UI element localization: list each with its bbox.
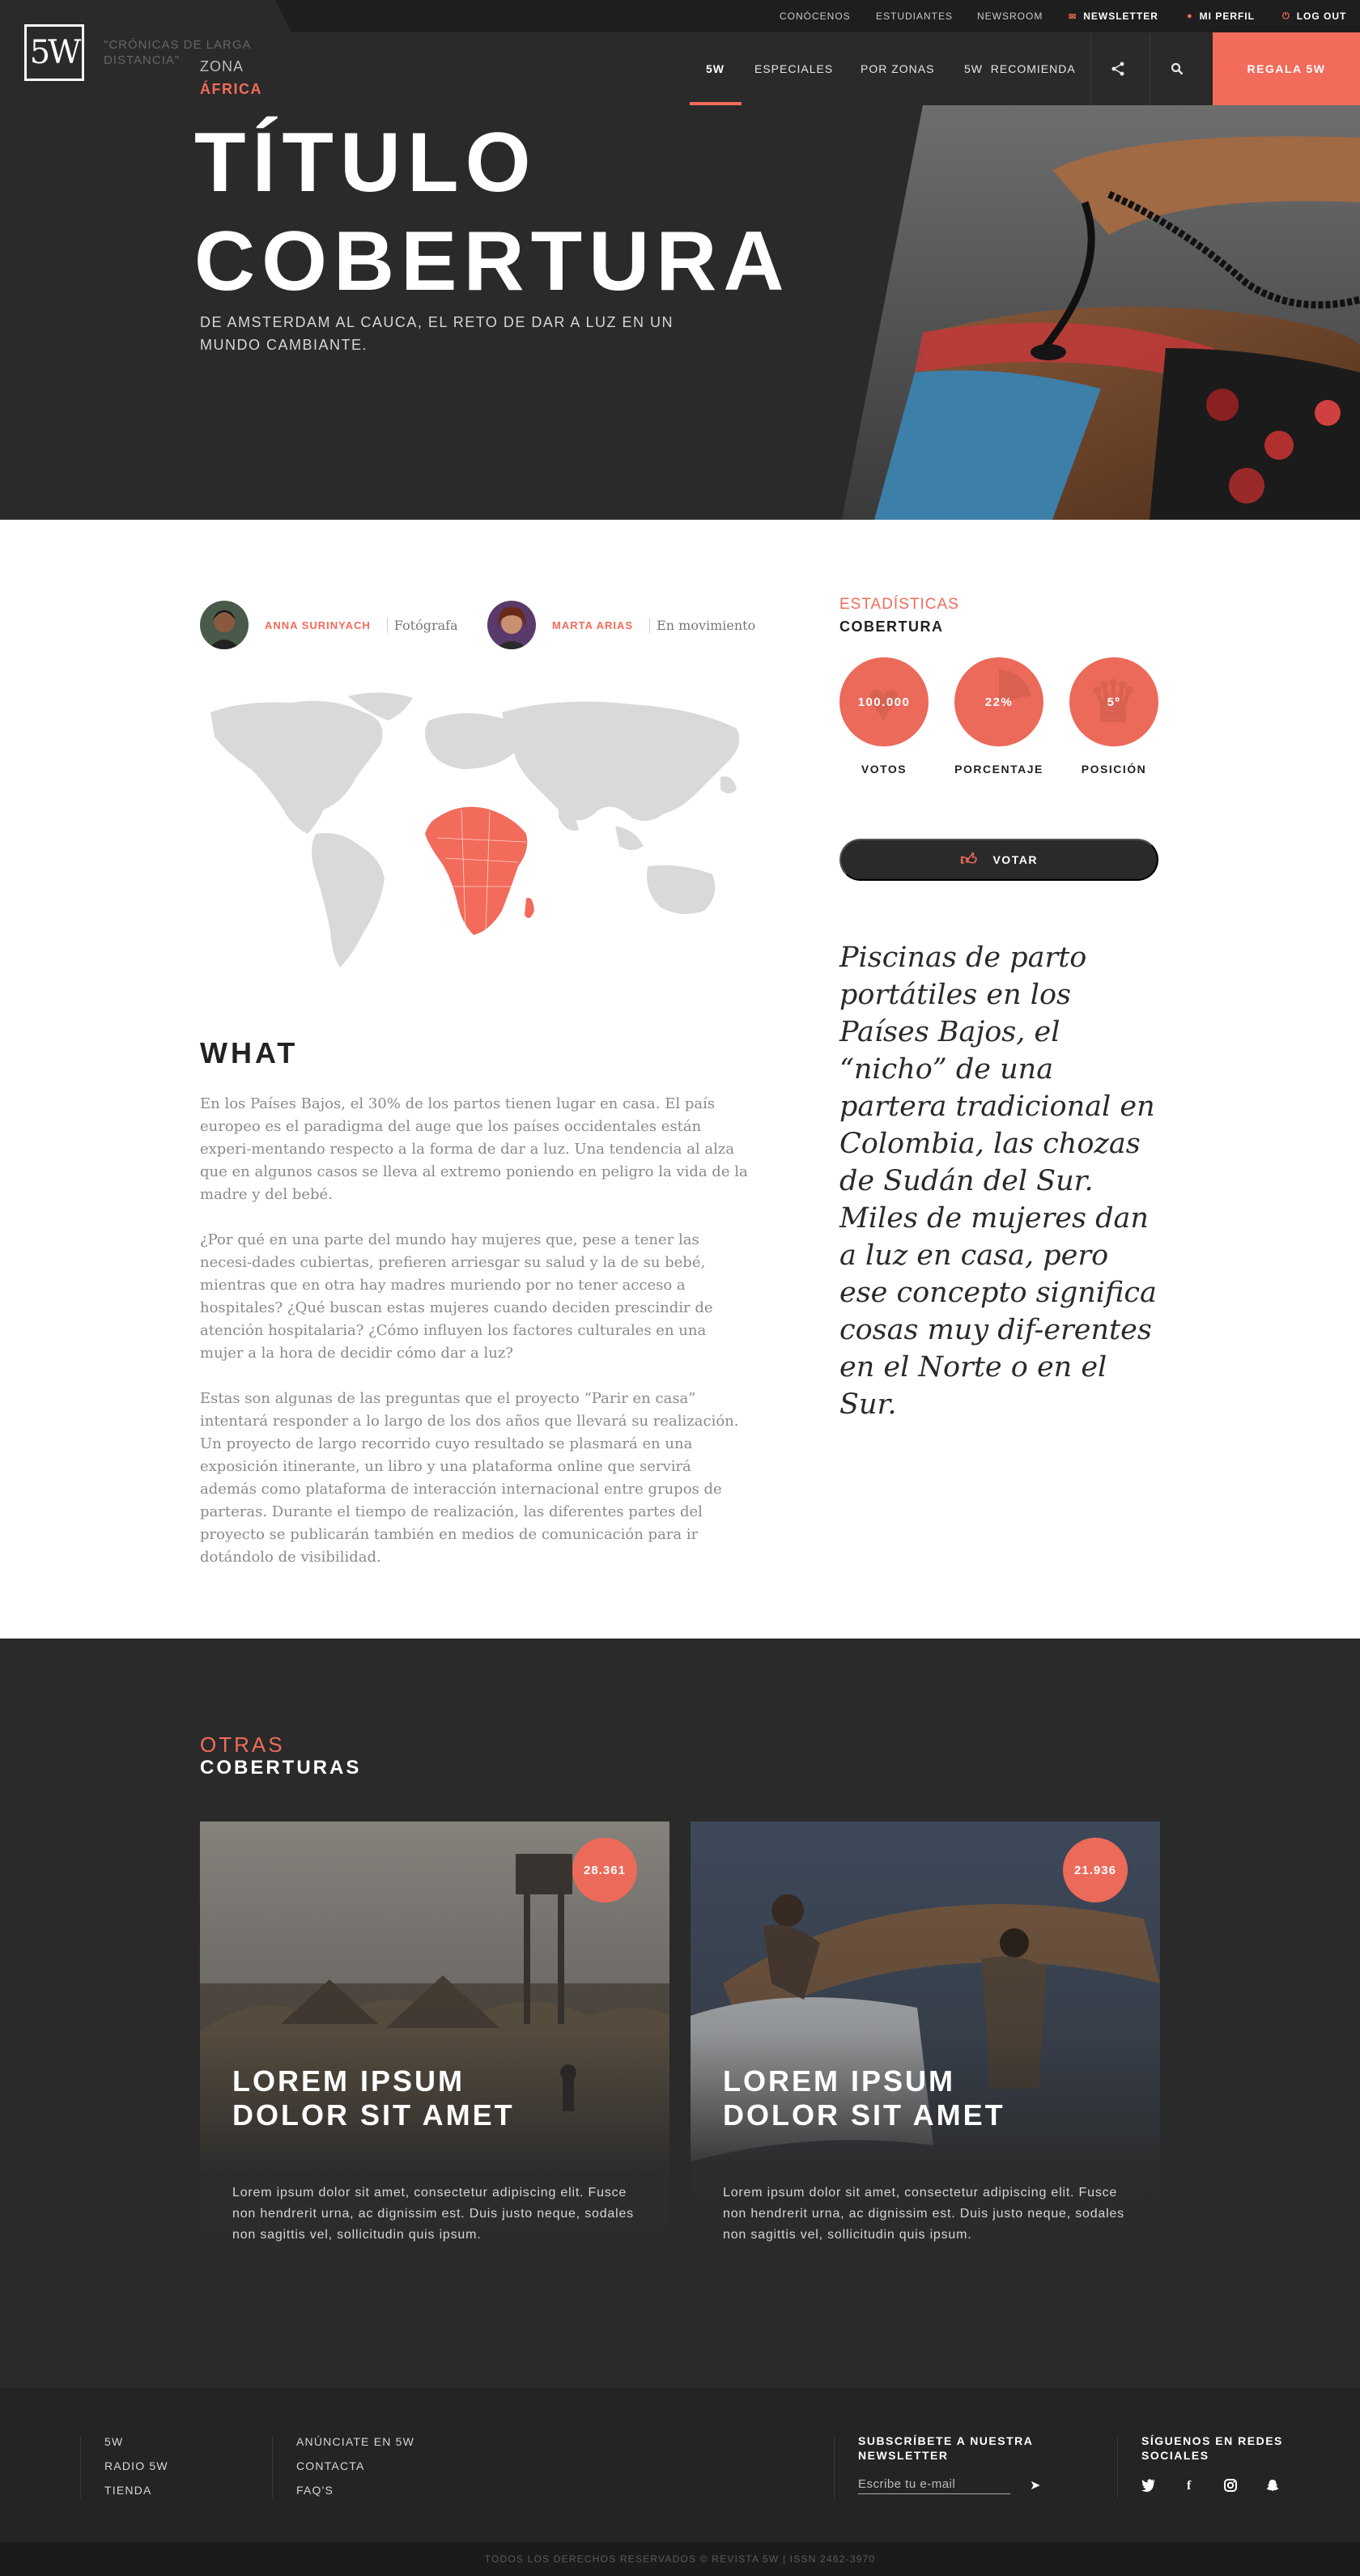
logo-text: 5W [29, 34, 82, 71]
author-role: Fotógrafa [386, 617, 458, 633]
card-title: Lorem ipsum dolor sit amet [723, 2064, 1005, 2132]
topbar-newsletter-link[interactable]: ✉ Newsletter [1069, 0, 1158, 32]
user-icon: ● [1187, 11, 1193, 21]
author-credit[interactable]: Marta Arias En movimiento [487, 601, 755, 649]
card-description: Lorem ipsum dolor sit amet, consectetur … [723, 2186, 1124, 2242]
article-heading: What [200, 1036, 299, 1069]
facebook-icon[interactable]: f [1187, 2479, 1191, 2493]
nav-item-especiales[interactable]: Especiales [754, 32, 833, 105]
newsletter-label: Newsletter [1083, 11, 1158, 22]
regala-5w-button[interactable]: Regala 5W [1213, 32, 1360, 105]
topbar-profile-link[interactable]: ● Mi perfil [1187, 0, 1255, 32]
topbar-link-newsroom[interactable]: Newsroom [977, 0, 1043, 32]
vote-label: Votar [992, 853, 1038, 866]
stat-position-circle: ♛ 5º [1069, 657, 1158, 746]
article-paragraph: ¿Por qué en una parte del mundo hay muje… [200, 1231, 713, 1362]
envelope-icon: ✉ [1069, 11, 1077, 22]
coverage-card[interactable]: 21.936 Lorem ipsum dolor sit amet Lorem … [691, 1821, 1160, 2291]
stat-percent-value: 22% [984, 695, 1014, 709]
card-title: Lorem ipsum dolor sit amet [232, 2064, 515, 2132]
instagram-icon[interactable] [1224, 2479, 1237, 2496]
logout-label: Log out [1296, 11, 1347, 22]
card-description: Lorem ipsum dolor sit amet, consectetur … [232, 2186, 634, 2242]
hero-photo [842, 105, 1360, 520]
article-paragraph: Estas son algunas de las preguntas que e… [200, 1390, 739, 1566]
topbar-logout-link[interactable]: ⏻ Log out [1282, 0, 1346, 32]
topbar-link-conocenos[interactable]: Conócenos [780, 0, 851, 32]
vote-button[interactable]: 👍︎ Votar [839, 839, 1158, 881]
footer-link-contacta[interactable]: Contacta [296, 2459, 365, 2472]
site-logo[interactable]: 5W [24, 24, 84, 81]
copyright-bar: Todos los derechos reservados © Revista … [0, 2542, 1360, 2576]
hero-subtitle: De Amsterdam al Cauca, el reto de dar a … [200, 314, 674, 353]
card-count-badge: 28.361 [572, 1838, 637, 1902]
share-icon[interactable] [1111, 32, 1125, 105]
stats-title: Cobertura [839, 618, 944, 635]
twitter-icon[interactable] [1141, 2479, 1156, 2496]
social-heading: Síguenos en redes sociales [1141, 2434, 1283, 2462]
avatar [487, 601, 536, 649]
card-count-badge: 21.936 [1063, 1838, 1128, 1902]
coverage-card[interactable]: 28.361 Lorem ipsum dolor sit amet Lorem … [200, 1821, 669, 2291]
copyright-text: Todos los derechos reservados © Revista … [484, 2553, 876, 2565]
stat-votes-label: Votos [861, 763, 907, 776]
otras-kicker: Otras [200, 1732, 285, 1757]
footer-link-tienda[interactable]: Tienda [104, 2484, 152, 2497]
stats-kicker: Estadísticas [839, 596, 959, 613]
stat-percent-circle: 22% [954, 657, 1043, 746]
footer-link-anunciate[interactable]: Anúnciate en 5W [296, 2435, 414, 2448]
otras-title: Coberturas [200, 1757, 362, 1779]
page-title: Título Cobertura [194, 113, 810, 311]
nav-item-5w[interactable]: 5W [706, 32, 725, 105]
author-name: Anna Surinyach [265, 618, 371, 631]
search-icon[interactable] [1171, 32, 1184, 105]
article-paragraph: En los Países Bajos, el 30% de los parto… [200, 1095, 748, 1203]
power-icon: ⏻ [1282, 11, 1290, 21]
newsletter-heading: Subscríbete a nuestra newsletter [858, 2434, 1033, 2462]
pull-quote: Piscinas de parto portátiles en los País… [839, 942, 1157, 1421]
author-name: Marta Arias [552, 618, 634, 631]
stat-percent-label: Porcentaje [954, 763, 1043, 776]
nav-item-recomienda[interactable]: 5W Recomienda [964, 32, 1076, 105]
avatar [200, 601, 249, 649]
hero-zone-label: Zona [200, 58, 244, 74]
newsletter-email-input[interactable] [858, 2477, 1010, 2494]
snapchat-icon[interactable] [1266, 2479, 1279, 2496]
footer-link-radio[interactable]: Radio 5W [104, 2459, 168, 2472]
nav-item-por-zonas[interactable]: Por zonas [861, 32, 934, 105]
hero-zone-value[interactable]: África [200, 81, 262, 98]
author-role: En movimiento [649, 617, 755, 633]
profile-label: Mi perfil [1199, 11, 1255, 22]
send-arrow-icon[interactable]: ➤ [1030, 2477, 1040, 2493]
stat-votes-circle: ♥ 100.000 [839, 657, 929, 746]
title-line-1: Título [194, 116, 538, 210]
author-credit[interactable]: Anna Surinyach Fotógrafa [200, 601, 458, 649]
stat-votes-value: 100.000 [857, 695, 911, 709]
stat-position-label: Posición [1081, 763, 1147, 776]
world-map [194, 688, 761, 980]
thumbs-up-icon: 👍︎ [960, 851, 979, 869]
site-footer [0, 2388, 1360, 2542]
topbar-link-estudiantes[interactable]: Estudiantes [876, 0, 953, 32]
footer-link-5w[interactable]: 5W [104, 2435, 123, 2448]
stat-position-value: 5º [1107, 695, 1121, 709]
title-line-2: Cobertura [194, 215, 791, 308]
footer-link-faqs[interactable]: FAQ'S [296, 2484, 334, 2497]
